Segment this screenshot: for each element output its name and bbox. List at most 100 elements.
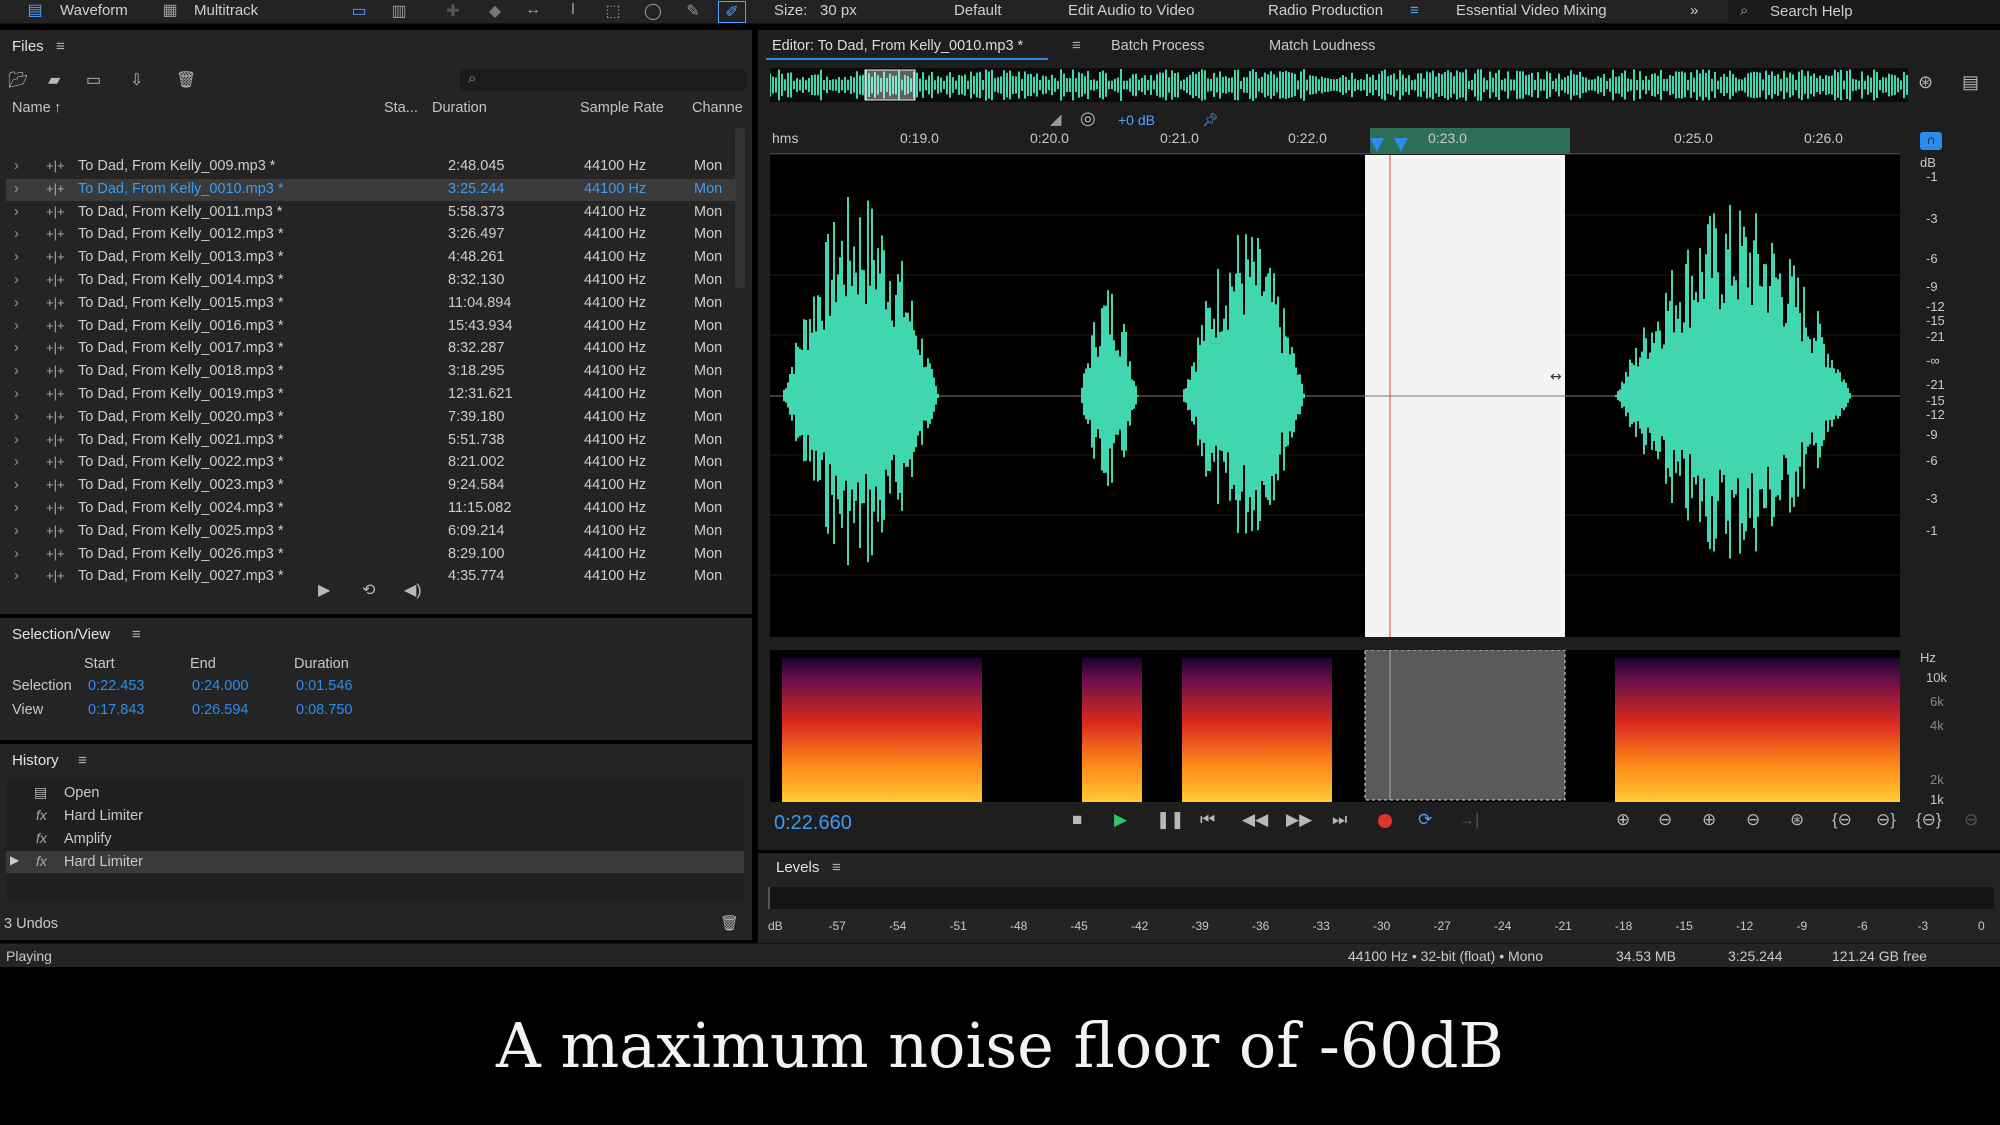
stop-icon[interactable]: ■ [1072, 810, 1082, 830]
insert-into-multitrack-icon[interactable]: ⇩ [130, 70, 143, 90]
fast-forward-icon[interactable]: ▶▶ [1286, 810, 1312, 830]
move-to-next-icon[interactable]: ⏭︎ [1332, 810, 1347, 830]
expand-chevron-icon[interactable]: › [14, 318, 19, 334]
new-file-icon[interactable]: ▭ [86, 70, 101, 90]
gain-value[interactable]: +0 dB [1118, 112, 1155, 128]
expand-chevron-icon[interactable]: › [14, 204, 19, 220]
file-row[interactable]: › +|+ To Dad, From Kelly_0011.mp3 * 5:58.37… [6, 202, 736, 224]
current-time-display[interactable]: 0:22.660 [774, 812, 852, 835]
waveform-mode-button[interactable]: Waveform [60, 2, 128, 19]
expand-chevron-icon[interactable]: › [14, 340, 19, 356]
waveform-display[interactable]: ↔ [770, 155, 1900, 637]
expand-chevron-icon[interactable]: › [14, 295, 19, 311]
history-item[interactable]: ▤ Open [6, 782, 744, 804]
expand-chevron-icon[interactable]: › [14, 249, 19, 265]
file-row[interactable]: › +|+ To Dad, From Kelly_0018.mp3 * 3:18.29… [6, 361, 736, 383]
files-search-input[interactable]: ⌕ [460, 70, 746, 90]
view-end-value[interactable]: 0:26.594 [192, 702, 248, 718]
history-item-current[interactable]: ▶ fx Hard Limiter [6, 851, 744, 873]
file-row[interactable]: › +|+ To Dad, From Kelly_0017.mp3 * 8:32.28… [6, 338, 736, 360]
zoom-in-at-end-icon[interactable]: ⊖} [1876, 810, 1896, 830]
lasso-tool-icon[interactable]: ◯ [640, 1, 666, 21]
overview-view-range[interactable] [864, 69, 916, 101]
zoom-in-amplitude-icon[interactable]: ⊕ [1616, 810, 1630, 830]
history-item[interactable]: fx Hard Limiter [6, 805, 744, 827]
history-menu-icon[interactable]: ≡ [78, 752, 87, 769]
rewind-icon[interactable]: ◀◀ [1242, 810, 1268, 830]
file-row[interactable]: › +|+ To Dad, From Kelly_0021.mp3 * 5:51.73… [6, 430, 736, 452]
expand-chevron-icon[interactable]: › [14, 409, 19, 425]
selection-duration-value[interactable]: 0:01.546 [296, 678, 352, 694]
zoom-to-selection-icon[interactable]: {⊖} [1916, 810, 1942, 830]
file-row[interactable]: › +|+ To Dad, From Kelly_0010.mp3 * 3:25.24… [6, 178, 736, 201]
batch-process-tab[interactable]: Batch Process [1111, 38, 1205, 54]
slip-tool-icon[interactable]: ↔ [520, 1, 546, 21]
editor-tab[interactable]: Editor: To Dad, From Kelly_0010.mp3 * ≡ [766, 34, 1081, 60]
selection-range-bar[interactable]: 0:23.0 [1370, 128, 1570, 154]
time-ruler[interactable]: hms 0:19.0 0:20.0 0:21.0 0:22.0 0:23.0 0… [770, 128, 1900, 154]
expand-chevron-icon[interactable]: › [14, 272, 19, 288]
selection-view-menu-icon[interactable]: ≡ [132, 626, 141, 643]
spectral-display-icon[interactable]: ▥ [386, 1, 412, 21]
zoom-in-at-start-icon[interactable]: {⊖ [1832, 810, 1852, 830]
col-status[interactable]: Sta... [384, 100, 418, 116]
open-file-icon[interactable]: 📂︎ [8, 70, 28, 90]
import-file-icon[interactable]: ▰ [48, 70, 60, 90]
snap-magnet-icon[interactable]: ∩ [1920, 132, 1942, 150]
file-row[interactable]: › +|+ To Dad, From Kelly_0024.mp3 * 11:15.0… [6, 498, 736, 520]
view-start-value[interactable]: 0:17.843 [88, 702, 144, 718]
search-help-box[interactable]: ⌕ Search Help [1728, 0, 2000, 24]
time-selection-tool-icon[interactable]: I [560, 1, 586, 21]
play-icon[interactable]: ▶ [1114, 810, 1127, 830]
delete-history-icon[interactable]: 🗑︎ [720, 914, 739, 932]
expand-chevron-icon[interactable]: › [14, 500, 19, 516]
col-channels[interactable]: Channe [692, 100, 743, 116]
workspace-essential-video-mixing[interactable]: Essential Video Mixing [1456, 2, 1607, 19]
zoom-selected-tracks-icon[interactable]: ⊖ [1964, 810, 1978, 830]
skip-selection-icon[interactable]: →| [1458, 810, 1479, 830]
file-row[interactable]: › +|+ To Dad, From Kelly_0027.mp3 * 4:35.77… [6, 566, 736, 588]
col-sample-rate[interactable]: Sample Rate [580, 100, 664, 116]
file-row[interactable]: › +|+ To Dad, From Kelly_0026.mp3 * 8:29.10… [6, 544, 736, 566]
close-file-icon[interactable]: 🗑︎ [176, 70, 196, 90]
levels-menu-icon[interactable]: ≡ [832, 859, 841, 876]
move-to-previous-icon[interactable]: ⏮︎ [1200, 810, 1215, 830]
file-row[interactable]: › +|+ To Dad, From Kelly_0012.mp3 * 3:26.49… [6, 224, 736, 246]
expand-chevron-icon[interactable]: › [14, 363, 19, 379]
expand-chevron-icon[interactable]: › [14, 454, 19, 470]
pause-icon[interactable]: ❚❚ [1156, 810, 1185, 830]
zoom-to-selection-icon[interactable]: ⊛ [1918, 72, 1933, 93]
move-tool-icon[interactable]: ✚ [440, 1, 466, 21]
file-row[interactable]: › +|+ To Dad, From Kelly_0025.mp3 * 6:09.21… [6, 521, 736, 543]
expand-chevron-icon[interactable]: › [14, 226, 19, 242]
waveform-display-icon[interactable]: ▭ [346, 1, 372, 21]
file-row[interactable]: › +|+ To Dad, From Kelly_009.mp3 * 2:48.045… [6, 156, 736, 178]
razor-tool-icon[interactable]: ◆ [482, 1, 508, 21]
expand-chevron-icon[interactable]: › [14, 432, 19, 448]
multitrack-view-icon[interactable]: ▦ [157, 0, 183, 20]
panel-options-icon[interactable]: ▤ [1962, 72, 1979, 93]
expand-chevron-icon[interactable]: › [14, 477, 19, 493]
history-item[interactable]: fx Amplify [6, 828, 744, 850]
match-loudness-tab[interactable]: Match Loudness [1269, 38, 1375, 54]
expand-chevron-icon[interactable]: › [14, 386, 19, 402]
overview-waveform[interactable] [770, 68, 1908, 102]
col-name[interactable]: Name [12, 100, 51, 116]
file-row[interactable]: › +|+ To Dad, From Kelly_0022.mp3 * 8:21.00… [6, 452, 736, 474]
marquee-tool-icon[interactable]: ⬚ [600, 1, 626, 21]
file-row[interactable]: › +|+ To Dad, From Kelly_0014.mp3 * 8:32.13… [6, 270, 736, 292]
selection-end-value[interactable]: 0:24.000 [192, 678, 248, 694]
size-value[interactable]: 30 px [820, 2, 857, 19]
file-row[interactable]: › +|+ To Dad, From Kelly_0016.mp3 * 15:43.9… [6, 316, 736, 338]
record-icon[interactable] [1378, 814, 1392, 828]
loop-playback-icon[interactable]: ⟳ [1418, 810, 1432, 830]
files-panel-menu-icon[interactable]: ≡ [56, 38, 65, 55]
multitrack-mode-button[interactable]: Multitrack [194, 2, 258, 19]
col-duration[interactable]: Duration [432, 100, 487, 116]
file-row[interactable]: › +|+ To Dad, From Kelly_0019.mp3 * 12:31.6… [6, 384, 736, 406]
selection-start-value[interactable]: 0:22.453 [88, 678, 144, 694]
workspace-radio-production[interactable]: Radio Production [1268, 2, 1383, 19]
file-row[interactable]: › +|+ To Dad, From Kelly_0020.mp3 * 7:39.18… [6, 407, 736, 429]
waveform-view-icon[interactable]: ▤ [22, 0, 48, 20]
pin-hud-icon[interactable]: 📌︎ [1202, 112, 1219, 128]
